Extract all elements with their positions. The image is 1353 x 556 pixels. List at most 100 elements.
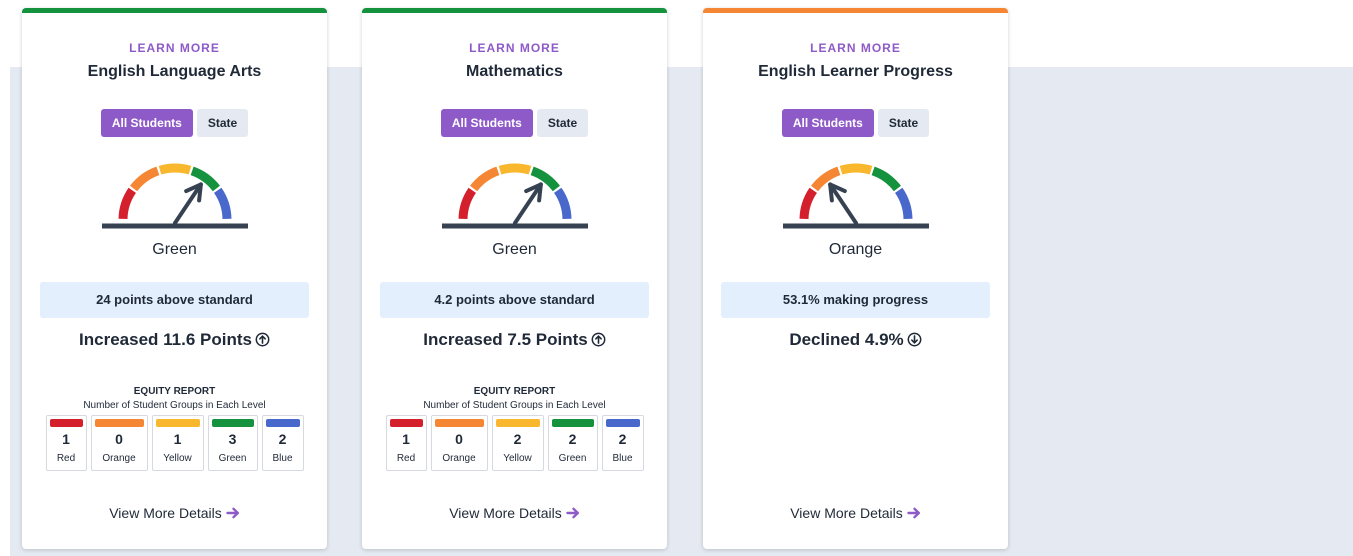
level-label: Orange [102,453,136,464]
level-color-bar [551,419,594,427]
level-count: 2 [618,431,627,447]
level-color-bar [434,419,484,427]
level-label: Red [396,453,416,464]
equity-level-blue: 2 Blue [261,415,304,471]
gauge-segment [894,187,913,220]
equity-level-red: 1 Red [45,415,87,471]
state-button[interactable]: State [877,109,930,137]
student-group-toggle: All Students State [22,109,327,137]
gauge-segment [130,166,160,192]
performance-gauge-icon [442,163,588,229]
card-status-bar [703,8,1008,13]
equity-report-title: EQUITY REPORT [133,386,216,397]
gauge-segment [799,187,818,220]
all-students-button[interactable]: All Students [781,109,874,137]
performance-level: Green [152,241,197,258]
level-label: Red [56,453,76,464]
level-color-bar [495,419,540,427]
learn-more-link[interactable]: LEARN MORE [703,41,1008,55]
level-label: Green [218,453,247,464]
equity-level-blue: 2 Blue [601,415,644,471]
gauge-segment [839,163,873,175]
view-more-details-link[interactable]: View More Details [703,505,1008,523]
equity-report-subtitle: Number of Student Groups in Each Level [423,400,606,411]
level-label: Yellow [163,453,192,464]
gauge-segment [118,187,137,220]
arrow-up-circle-icon [591,332,606,352]
gauge-segment [470,166,500,192]
level-color-bar [389,419,423,427]
arrow-right-icon [226,506,240,523]
arrow-right-icon [907,506,921,523]
indicator-card-english-learner-progress: LEARN MORE English Learner Progress All … [703,8,1008,549]
level-count: 1 [402,431,410,447]
level-count: 0 [455,431,463,447]
equity-level-red: 1 Red [385,415,427,471]
level-count: 2 [278,431,287,447]
indicator-card-math: LEARN MORE Mathematics All Students Stat… [362,8,667,549]
equity-level-yellow: 2 Yellow [491,415,544,471]
state-button[interactable]: State [536,109,589,137]
gauge-segment [871,166,901,192]
equity-levels: 1 Red 0 Orange 1 Yellow 3 Green 2 Blue [22,415,327,471]
card-title: English Learner Progress [758,63,953,80]
learn-more-link[interactable]: LEARN MORE [362,41,667,55]
learn-more-link[interactable]: LEARN MORE [22,41,327,55]
change-text: Declined 4.9% [703,330,1008,352]
level-label: Yellow [503,453,532,464]
gauge-segment [498,163,532,175]
all-students-button[interactable]: All Students [440,109,533,137]
card-title: English Language Arts [87,63,262,80]
level-count: 2 [568,431,577,447]
level-label: Blue [272,453,293,464]
level-color-bar [265,419,300,427]
level-count: 1 [62,431,70,447]
arrow-up-circle-icon [255,332,270,352]
change-label: Increased 7.5 Points [423,330,588,349]
card-title: Mathematics [466,63,563,80]
gauge-segment [158,163,192,175]
level-color-bar [605,419,640,427]
equity-level-green: 3 Green [207,415,258,471]
arrow-right-icon [566,506,580,523]
performance-level: Orange [828,241,883,258]
level-color-bar [94,419,144,427]
all-students-button[interactable]: All Students [100,109,193,137]
level-count: 3 [228,431,237,447]
performance-gauge-icon [102,163,248,229]
view-more-details-link[interactable]: View More Details [22,505,327,523]
performance-gauge-icon [783,163,929,229]
change-text: Increased 7.5 Points [362,330,667,352]
gauge-segment [213,187,232,220]
view-details-label: View More Details [449,505,562,521]
level-label: Green [558,453,587,464]
equity-levels: 1 Red 0 Orange 2 Yellow 2 Green 2 Blue [362,415,667,471]
level-label: Orange [442,453,476,464]
change-text: Increased 11.6 Points [22,330,327,352]
change-label: Increased 11.6 Points [79,330,252,349]
equity-report-subtitle: Number of Student Groups in Each Level [83,400,266,411]
level-count: 1 [173,431,182,447]
level-color-bar [155,419,200,427]
level-color-bar [49,419,83,427]
view-more-details-link[interactable]: View More Details [362,505,667,523]
equity-report-title: EQUITY REPORT [473,386,556,397]
level-count: 0 [115,431,123,447]
equity-level-orange: 0 Orange [90,415,148,471]
status-box: 53.1% making progress [721,282,990,318]
equity-level-yellow: 1 Yellow [151,415,204,471]
equity-level-green: 2 Green [547,415,598,471]
card-status-bar [362,8,667,13]
card-status-bar [22,8,327,13]
equity-level-orange: 0 Orange [430,415,488,471]
change-label: Declined 4.9% [789,330,904,349]
view-details-label: View More Details [109,505,222,521]
indicator-card-ela: LEARN MORE English Language Arts All Stu… [22,8,327,549]
status-box: 24 points above standard [40,282,309,318]
state-button[interactable]: State [196,109,249,137]
view-details-label: View More Details [790,505,903,521]
level-label: Blue [612,453,633,464]
performance-level: Green [492,241,537,258]
student-group-toggle: All Students State [703,109,1008,137]
level-color-bar [211,419,254,427]
